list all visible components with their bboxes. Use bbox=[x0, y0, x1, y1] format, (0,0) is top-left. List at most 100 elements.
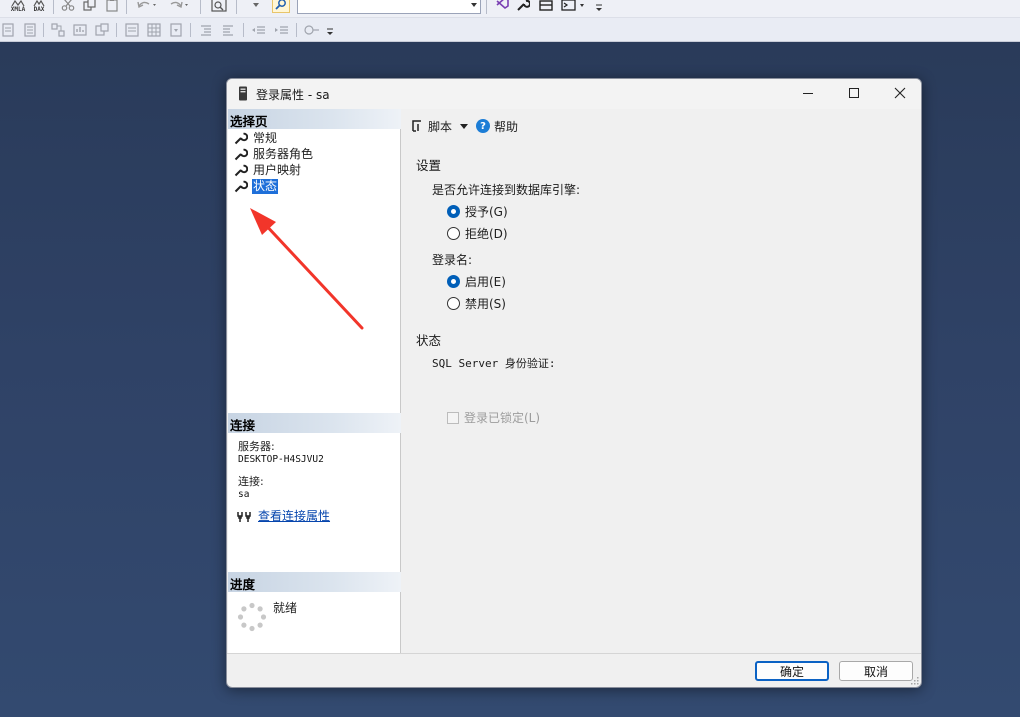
comment-button[interactable] bbox=[198, 22, 214, 38]
page-item-label: 用户映射 bbox=[253, 162, 302, 177]
redo-icon bbox=[170, 1, 188, 9]
object-explorer-button[interactable] bbox=[210, 0, 228, 13]
properties-button[interactable] bbox=[515, 0, 531, 13]
select-page-header: 选择页 bbox=[228, 109, 401, 129]
results-to-button[interactable] bbox=[94, 22, 110, 38]
wrench-icon bbox=[234, 148, 248, 161]
enable-radio[interactable]: 启用(E) bbox=[447, 273, 506, 289]
ok-button[interactable]: 确定 bbox=[755, 661, 829, 681]
plan-icon bbox=[51, 23, 65, 37]
vs-project-button[interactable] bbox=[494, 0, 510, 13]
enable-label: 启用(E) bbox=[465, 274, 506, 289]
overflow-chevron-icon bbox=[596, 4, 602, 11]
results-to-grid-button[interactable] bbox=[146, 22, 162, 38]
login-properties-dialog: 登录属性 - sa 选择页 常规 服务器角色 用户映射 状态 连接 服务器: D… bbox=[226, 78, 922, 688]
results-to-file-button[interactable] bbox=[168, 22, 184, 38]
find-combo-input[interactable] bbox=[297, 0, 481, 14]
toolbar-separator bbox=[200, 0, 201, 14]
uncomment-lines-icon bbox=[223, 25, 233, 36]
deny-radio-circle[interactable] bbox=[447, 226, 460, 240]
overflow-chevron-icon bbox=[327, 28, 333, 35]
deny-radio[interactable]: 拒绝(D) bbox=[447, 225, 508, 241]
decrease-indent-button[interactable] bbox=[250, 22, 268, 38]
display-plan-button[interactable] bbox=[50, 22, 66, 38]
query-options-button[interactable] bbox=[0, 22, 16, 38]
uncomment-button[interactable] bbox=[220, 22, 236, 38]
comment-lines-icon bbox=[201, 25, 211, 36]
paste-button[interactable] bbox=[104, 0, 120, 13]
toolbar-separator bbox=[243, 23, 244, 37]
minimize-button[interactable] bbox=[785, 79, 831, 107]
client-stats-button[interactable] bbox=[72, 22, 88, 38]
maximize-button[interactable] bbox=[831, 79, 877, 107]
dialog-title: 登录属性 - sa bbox=[256, 88, 330, 102]
help-label: 帮助 bbox=[494, 119, 519, 134]
results-to-text-button[interactable] bbox=[124, 22, 140, 38]
script-button[interactable]: 脚本 bbox=[410, 118, 452, 135]
specify-values-button[interactable] bbox=[302, 22, 322, 38]
find-in-files-button[interactable] bbox=[272, 0, 290, 13]
enable-radio-circle[interactable] bbox=[447, 274, 460, 288]
disable-radio[interactable]: 禁用(S) bbox=[447, 295, 506, 311]
connection-header: 连接 bbox=[228, 413, 401, 433]
disable-radio-circle[interactable] bbox=[447, 296, 460, 310]
login-locked-checkbox: 登录已锁定(L) bbox=[447, 409, 540, 426]
permission-label: 是否允许连接到数据库引擎: bbox=[432, 183, 581, 197]
toolbar-separator bbox=[126, 0, 127, 14]
connection-label: 连接: bbox=[238, 475, 264, 488]
help-icon: ? bbox=[476, 119, 491, 133]
toolbar-separator bbox=[486, 0, 487, 14]
maximize-icon bbox=[849, 88, 859, 98]
copy-button[interactable] bbox=[82, 0, 98, 13]
page-item-user-mapping[interactable]: 用户映射 bbox=[234, 162, 302, 178]
page-item-general[interactable]: 常规 bbox=[234, 130, 278, 146]
copy-icon bbox=[83, 0, 96, 11]
cancel-button[interactable]: 取消 bbox=[839, 661, 913, 681]
page-item-server-roles[interactable]: 服务器角色 bbox=[234, 146, 314, 162]
resize-grip-icon[interactable] bbox=[910, 676, 919, 685]
wrench-icon bbox=[234, 164, 248, 177]
footer-divider bbox=[227, 653, 921, 654]
command-window-button[interactable] bbox=[560, 0, 588, 13]
cut-button[interactable] bbox=[60, 0, 76, 13]
terminal-icon bbox=[561, 0, 584, 11]
grant-radio-circle[interactable] bbox=[447, 204, 460, 218]
minimize-icon bbox=[803, 93, 813, 94]
paste-icon bbox=[106, 0, 118, 12]
redo-button[interactable] bbox=[166, 0, 192, 13]
toolbar-options-button[interactable] bbox=[594, 2, 604, 14]
dax-query-button[interactable]: DAX bbox=[30, 0, 48, 14]
help-button[interactable]: ? 帮助 bbox=[476, 118, 518, 135]
dialog-titlebar[interactable]: 登录属性 - sa bbox=[227, 79, 921, 109]
page-item-label: 常规 bbox=[253, 130, 278, 145]
wrench-icon bbox=[234, 180, 248, 193]
close-button[interactable] bbox=[877, 79, 921, 107]
grant-radio[interactable]: 授予(G) bbox=[447, 203, 508, 219]
server-value: DESKTOP-H4SJVU2 bbox=[238, 454, 324, 465]
view-connection-properties-link[interactable]: 查看连接属性 bbox=[236, 507, 330, 524]
results-icon bbox=[95, 23, 109, 36]
indent-icon bbox=[275, 26, 288, 34]
sql-auth-label: SQL Server 身份验证: bbox=[432, 357, 556, 370]
include-plan-button[interactable] bbox=[22, 22, 38, 38]
scissors-icon bbox=[61, 0, 75, 11]
increase-indent-button[interactable] bbox=[273, 22, 291, 38]
toolbar-options-button[interactable] bbox=[325, 26, 335, 38]
undo-icon bbox=[137, 1, 156, 9]
close-icon bbox=[894, 87, 906, 99]
page-item-status[interactable]: 状态 bbox=[234, 177, 280, 195]
toolbox-button[interactable] bbox=[538, 0, 554, 13]
undo-button[interactable] bbox=[134, 0, 160, 13]
document-icon bbox=[2, 23, 14, 37]
progress-spinner-icon bbox=[237, 602, 267, 632]
chevron-down-icon[interactable] bbox=[471, 3, 477, 7]
chevron-down-icon[interactable] bbox=[460, 123, 469, 129]
xmla-query-button[interactable]: XMLA bbox=[8, 0, 28, 14]
page-item-label: 状态 bbox=[250, 177, 280, 195]
toolbar-separator bbox=[190, 23, 191, 37]
view-connection-properties-label[interactable]: 查看连接属性 bbox=[258, 507, 330, 524]
progress-status: 就绪 bbox=[273, 601, 298, 615]
document-icon bbox=[24, 23, 36, 37]
chevron-down-icon bbox=[253, 3, 259, 7]
solution-config-dropdown[interactable] bbox=[250, 0, 262, 13]
